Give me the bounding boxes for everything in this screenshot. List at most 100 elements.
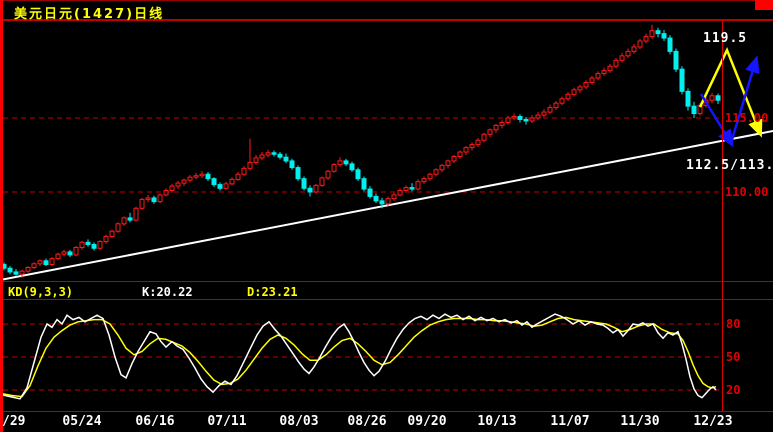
candle-body (487, 129, 493, 135)
candle-body (55, 253, 61, 260)
kd-indicator-label[interactable]: KD(9,3,3) (8, 285, 73, 299)
candle-body (661, 33, 667, 39)
candle-body (445, 160, 451, 166)
date-tick-label: 08/26 (347, 414, 387, 429)
candle-body (313, 184, 319, 193)
candle-body (127, 217, 133, 221)
candle-body (523, 118, 529, 122)
candle-body (85, 241, 91, 246)
candle-body (331, 164, 337, 172)
chart-canvas[interactable] (0, 0, 773, 432)
candle-body (511, 116, 517, 119)
candle-body (151, 197, 157, 203)
candle-body (529, 117, 535, 122)
candle-body (229, 178, 235, 185)
candle-body (289, 160, 295, 169)
kd-d-value: D:23.21 (247, 285, 298, 299)
candle-body (247, 161, 253, 169)
candle-body (685, 90, 691, 107)
candle-body (709, 95, 715, 101)
date-tick-label: 07/11 (207, 414, 247, 429)
date-tick-label: 11/07 (550, 414, 590, 429)
kd-header-bottom-line (0, 299, 773, 300)
candle-body (595, 73, 601, 79)
date-tick-label: 10/13 (477, 414, 517, 429)
candle-body (145, 197, 151, 200)
candle-body (493, 124, 499, 131)
candle-body (13, 271, 19, 275)
candle-body (691, 105, 697, 115)
candle-body (211, 178, 217, 186)
candle-body (631, 46, 637, 52)
price-axis-label: 110.00 (725, 185, 769, 199)
candle-body (61, 251, 67, 255)
candle-body (91, 244, 97, 249)
candle-body (625, 50, 631, 57)
window-left-border (0, 0, 3, 432)
candle-body (337, 160, 343, 166)
candle-body (655, 30, 661, 35)
candle-body (415, 181, 421, 190)
candle-body (37, 260, 43, 265)
candle-body (199, 173, 205, 177)
date-tick-label: 11/30 (620, 414, 660, 429)
candle-body (583, 81, 589, 88)
candle-body (505, 117, 511, 123)
candle-body (325, 170, 331, 179)
candle-body (295, 167, 301, 180)
k-line (0, 313, 717, 400)
candle-body (235, 173, 241, 180)
candle-body (361, 178, 367, 190)
candle-body (307, 187, 313, 193)
candle-body (535, 114, 541, 119)
candle-body (259, 154, 265, 159)
candle-body (643, 36, 649, 42)
date-tick-label: 05/24 (62, 414, 102, 429)
candle-body (157, 194, 163, 203)
candle-body (205, 173, 211, 180)
date-tick-label: 09/20 (407, 414, 447, 429)
candle-body (433, 169, 439, 175)
kd-axis-label: 80 (726, 317, 741, 331)
window-top-border (0, 0, 773, 1)
candle-body (271, 152, 277, 155)
candle-body (223, 183, 229, 189)
candle-body (121, 217, 127, 225)
chart-title: 美元日元(1427)日线 (14, 7, 165, 22)
candle-body (181, 179, 187, 184)
support-level-label: 112.5/113.0 (686, 158, 773, 173)
candle-body (457, 151, 463, 157)
candle-body (373, 195, 379, 202)
candle-body (649, 30, 655, 38)
candle-body (385, 198, 391, 205)
candle-body (97, 241, 103, 249)
candle-body (553, 102, 559, 109)
candle-body (241, 167, 247, 175)
candle-body (49, 258, 55, 266)
candle-body (673, 50, 679, 70)
candle-body (193, 175, 199, 178)
price-target-label: 119.5 (703, 31, 748, 46)
candle-body (169, 185, 175, 192)
candle-body (187, 176, 193, 181)
candle-body (391, 194, 397, 200)
candle-body (115, 223, 121, 232)
candle-body (619, 55, 625, 61)
candle-body (397, 190, 403, 196)
date-tick-label: 12/23 (693, 414, 733, 429)
candle-body (475, 139, 481, 146)
candle-body (517, 116, 523, 120)
candle-body (565, 93, 571, 100)
candle-body (301, 178, 307, 189)
candle-body (217, 184, 223, 189)
candle-body (667, 37, 673, 52)
candle-body (577, 86, 583, 91)
candle-body (103, 235, 109, 243)
candle-body (253, 157, 259, 163)
date-tick-label: 06/16 (135, 414, 175, 429)
candle-body (379, 200, 385, 205)
candle-body (439, 164, 445, 171)
candle-body (283, 156, 289, 162)
candle-body (613, 59, 619, 67)
candle-body (67, 251, 73, 256)
